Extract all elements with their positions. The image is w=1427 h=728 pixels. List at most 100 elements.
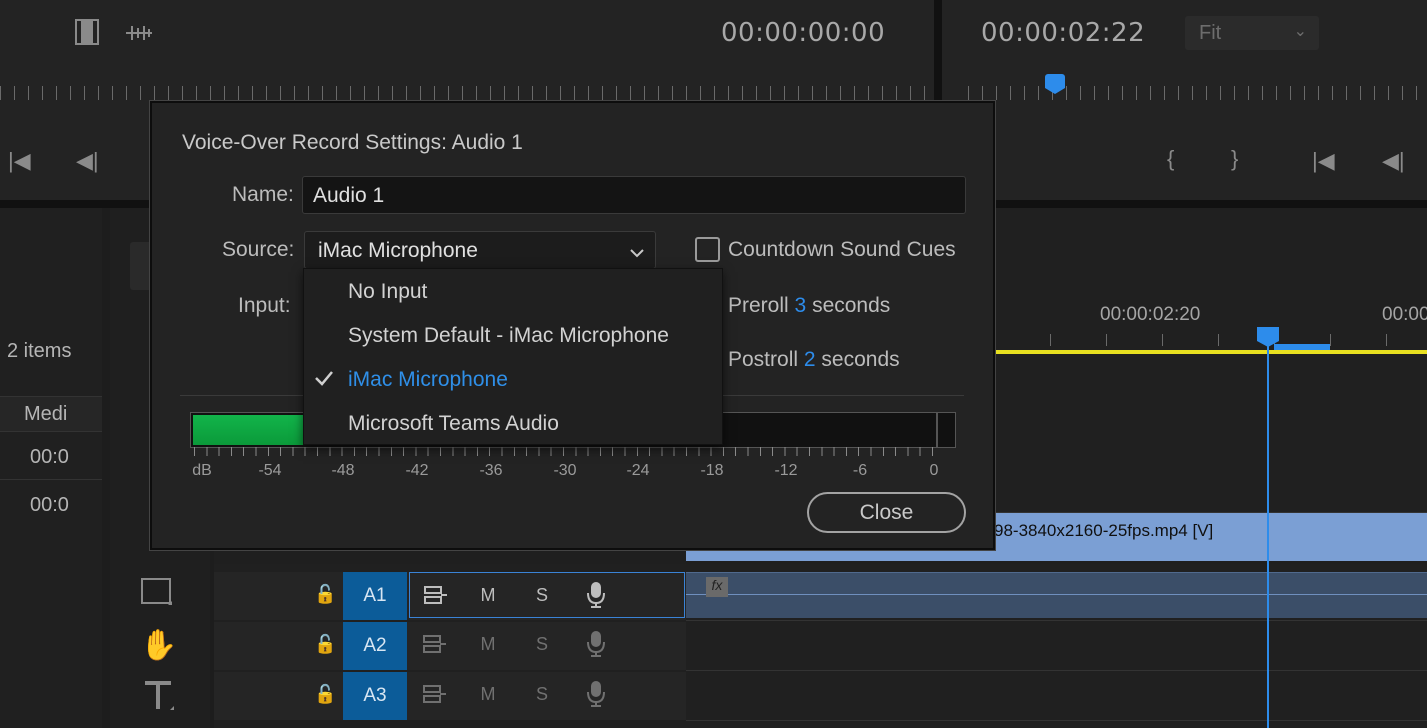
sync-lock-icon (423, 635, 446, 653)
step-back-icon[interactable]: ◀| (76, 148, 99, 174)
source-dropdown-value: iMac Microphone (318, 239, 478, 262)
postroll-value[interactable]: 2 (804, 348, 816, 371)
meter-scale-label: -12 (774, 462, 798, 479)
sync-lock-icon (423, 685, 446, 703)
menu-item-imac-microphone[interactable]: iMac Microphone (304, 358, 722, 402)
solo-button[interactable]: S (518, 573, 566, 617)
in-out-range[interactable] (1274, 344, 1330, 350)
chevron-down-icon: ⌄ (1293, 23, 1307, 40)
list-item[interactable]: 00:0 (0, 484, 102, 528)
source-timecode[interactable]: 00:00:00:00 (721, 18, 885, 48)
preroll-setting: Preroll 3 seconds (728, 294, 890, 318)
source-dropdown[interactable]: iMac Microphone (304, 231, 656, 269)
fx-badge[interactable]: fx (706, 577, 728, 597)
track-label-a3[interactable]: A3 (343, 672, 407, 720)
meter-scale-label: -30 (553, 462, 577, 479)
step-back-icon[interactable]: ◀| (1382, 148, 1405, 174)
audio-track-a3: 🔓 A3 M S (214, 672, 686, 720)
list-item[interactable]: 00:0 (0, 436, 102, 480)
menu-item-label: iMac Microphone (348, 368, 508, 391)
type-tool-icon[interactable] (142, 678, 176, 712)
preroll-label: Preroll (728, 294, 789, 317)
input-label: Input: (238, 294, 291, 317)
work-area-bar[interactable] (994, 350, 1427, 354)
postroll-label: Postroll (728, 348, 799, 371)
list-item-value: 00:0 (30, 446, 69, 468)
meter-level (193, 415, 303, 445)
column-header-media[interactable]: Medi (24, 403, 67, 426)
voice-over-record-button[interactable] (572, 622, 620, 666)
mute-button[interactable]: M (464, 622, 512, 666)
meter-scale-label: 0 (929, 462, 939, 479)
lock-icon[interactable]: 🔓 (314, 634, 336, 655)
menu-item-system-default[interactable]: System Default - iMac Microphone (304, 314, 722, 358)
mark-in-icon[interactable]: { (1167, 146, 1174, 172)
audio-clip-a1[interactable]: fx (686, 572, 1427, 618)
film-icon[interactable] (74, 18, 100, 46)
close-button[interactable]: Close (807, 492, 966, 533)
meter-scale-label: -6 (852, 462, 868, 479)
audio-clip-line (686, 594, 1427, 595)
voice-over-record-button[interactable] (572, 573, 620, 617)
timeline-ruler[interactable]: 00:00:02:20 00:00 (994, 292, 1427, 352)
track-controls-a1: M S (409, 572, 685, 618)
voice-over-record-button[interactable] (572, 672, 620, 716)
lock-icon[interactable]: 🔓 (314, 684, 336, 705)
timeline-playhead-line (1267, 345, 1269, 728)
microphone-icon (587, 582, 605, 608)
chevron-down-icon (629, 241, 645, 265)
zoom-select[interactable]: Fit ⌄ (1185, 16, 1319, 50)
mute-button[interactable]: M (464, 672, 512, 716)
solo-button[interactable]: S (518, 672, 566, 716)
project-panel: 2 items Medi 00:0 00:0 (0, 208, 102, 728)
name-label: Name: (232, 183, 294, 206)
rectangle-tool-icon[interactable] (140, 577, 174, 607)
menu-item-label: System Default - iMac Microphone (348, 324, 669, 347)
solo-button[interactable]: S (518, 622, 566, 666)
list-item-value: 00:0 (30, 494, 69, 516)
meter-scale-ticks (194, 447, 936, 456)
audio-track-a2: 🔓 A2 M S (214, 622, 686, 670)
track-divider (686, 620, 1427, 621)
column-header-bar: Medi (0, 396, 102, 432)
sync-lock-button[interactable] (411, 622, 459, 666)
zoom-select-value: Fit (1199, 22, 1222, 44)
meter-scale-label: -24 (626, 462, 650, 479)
preroll-unit: seconds (812, 294, 891, 317)
program-timecode[interactable]: 00:00:02:22 (981, 18, 1145, 48)
meter-scale-label: -36 (479, 462, 503, 479)
program-ruler[interactable] (968, 86, 1427, 100)
video-clip-label: 98-3840x2160-25fps.mp4 [V] (994, 521, 1214, 540)
countdown-checkbox[interactable] (695, 237, 720, 262)
go-to-in-icon[interactable]: |◀ (8, 148, 31, 174)
item-count: 2 items (7, 340, 72, 362)
hand-tool-icon[interactable]: ✋ (140, 628, 177, 663)
mute-button[interactable]: M (464, 573, 512, 617)
meter-scale-label: -18 (700, 462, 724, 479)
ruler-ticks (994, 334, 1427, 346)
track-label-a2[interactable]: A2 (343, 622, 407, 670)
microphone-icon (587, 631, 605, 657)
sync-lock-button[interactable] (412, 573, 460, 617)
meter-peak-divider (936, 413, 938, 447)
preroll-value[interactable]: 3 (795, 294, 807, 317)
ruler-label: 00:00:02:20 (1100, 304, 1201, 325)
postroll-unit: seconds (821, 348, 900, 371)
source-ruler[interactable] (0, 86, 934, 100)
track-label-a1[interactable]: A1 (343, 572, 407, 620)
audio-waveform-icon[interactable] (124, 22, 154, 44)
mark-out-icon[interactable]: } (1231, 146, 1238, 172)
go-to-in-icon[interactable]: |◀ (1312, 148, 1335, 174)
lock-icon[interactable]: 🔓 (314, 584, 336, 605)
menu-item-microsoft-teams-audio[interactable]: Microsoft Teams Audio (304, 402, 722, 446)
sync-lock-button[interactable] (411, 672, 459, 716)
source-dropdown-menu: No Input System Default - iMac Microphon… (303, 268, 723, 445)
audio-track-a1: 🔓 A1 M S (214, 572, 686, 620)
ruler-label: 00:00 (1382, 304, 1427, 325)
name-field[interactable]: Audio 1 (302, 176, 966, 214)
meter-scale-label: dB (192, 462, 212, 479)
program-monitor: 00:00:02:22 Fit ⌄ { } |◀ ◀| (942, 0, 1427, 200)
countdown-label[interactable]: Countdown Sound Cues (728, 238, 956, 262)
menu-item-no-input[interactable]: No Input (304, 270, 722, 314)
source-label: Source: (222, 238, 295, 261)
